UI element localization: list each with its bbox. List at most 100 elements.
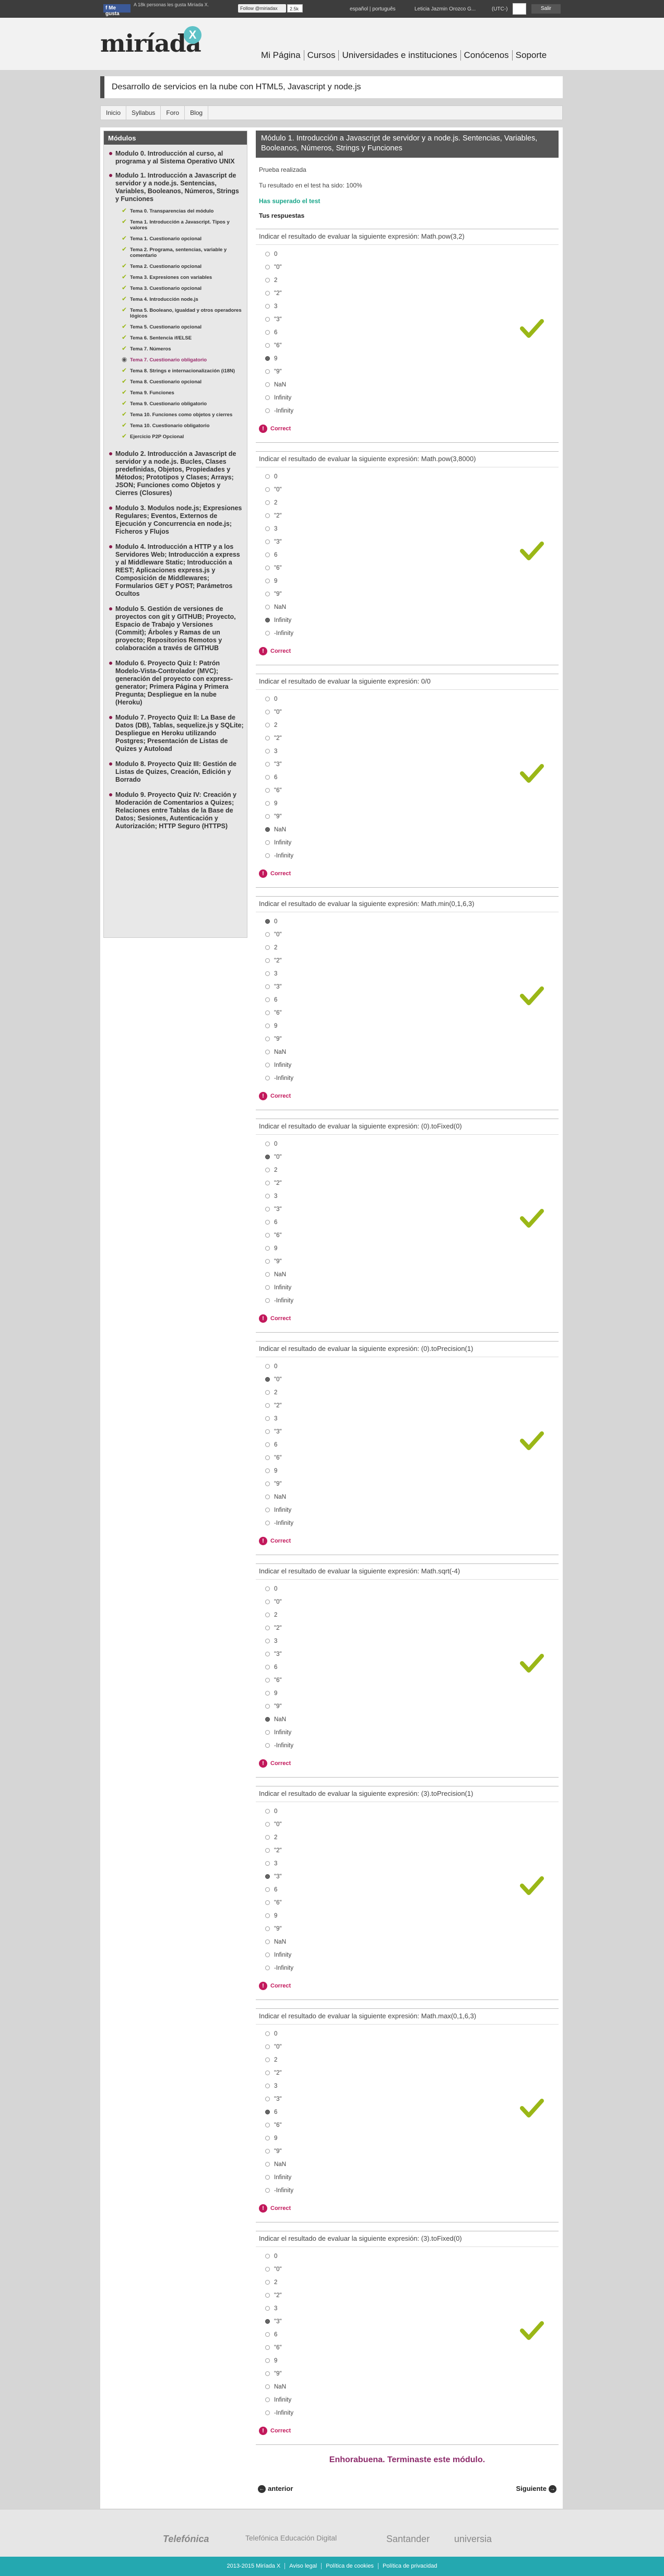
footer-cookies[interactable]: Política de cookies [321, 2563, 378, 2569]
sponsor-telefonica[interactable]: Telefónica [163, 2534, 209, 2545]
sidebar-topic[interactable]: ✔ Tema 8. Cuestionario opcional [104, 378, 247, 386]
answer-option[interactable]: "6" [265, 1900, 282, 1906]
answer-option[interactable]: "9" [265, 814, 282, 820]
answer-option[interactable]: "2" [265, 290, 282, 297]
answer-option[interactable]: "3" [265, 1206, 282, 1213]
answer-option[interactable]: "9" [265, 1703, 282, 1710]
answer-option[interactable]: -Infinity [265, 853, 293, 859]
answer-option[interactable]: 3 [265, 748, 277, 755]
answer-option[interactable]: "3" [265, 1651, 282, 1657]
answer-option[interactable]: 9 [265, 578, 277, 584]
answer-option[interactable]: -Infinity [265, 630, 293, 637]
answer-option[interactable]: "6" [265, 1232, 282, 1239]
answer-option[interactable]: Infinity [265, 1952, 291, 1958]
sidebar-topic[interactable]: ✔ Tema 6. Sentencia if/ELSE [104, 334, 247, 342]
answer-option[interactable]: "0" [265, 264, 282, 270]
answer-option[interactable]: Infinity [265, 1730, 291, 1736]
answer-option[interactable]: 2 [265, 277, 277, 284]
answer-option[interactable]: NaN [265, 1049, 286, 1055]
answer-option[interactable]: 2 [265, 1390, 277, 1396]
answer-option[interactable]: "6" [265, 565, 282, 571]
answer-option[interactable]: 3 [265, 303, 277, 310]
answer-option[interactable]: "2" [265, 1180, 282, 1186]
answer-option[interactable]: "9" [265, 1258, 282, 1265]
answer-option[interactable]: -Infinity [265, 1075, 293, 1081]
answer-option[interactable]: 9 [265, 1023, 277, 1029]
answer-option[interactable]: 0 [265, 1808, 277, 1815]
answer-option[interactable]: "2" [265, 513, 282, 519]
answer-option[interactable]: 6 [265, 330, 277, 336]
answer-option[interactable]: 0 [265, 2031, 277, 2037]
sidebar-module[interactable]: Modulo 1. Introducción a Javascript de s… [104, 170, 247, 205]
sponsor-ted[interactable]: Telefónica Educación Digital [245, 2534, 337, 2542]
language-selector[interactable]: español | português [350, 6, 396, 12]
answer-option[interactable]: 6 [265, 1887, 277, 1893]
nav-conocenos[interactable]: Conócenos [460, 50, 512, 61]
answer-option[interactable]: "3" [265, 1874, 282, 1880]
answer-option[interactable]: "6" [265, 2345, 282, 2351]
answer-option[interactable]: "3" [265, 2319, 282, 2325]
answer-option[interactable]: NaN [265, 604, 286, 610]
answer-option[interactable]: "0" [265, 1154, 282, 1160]
answer-option[interactable]: NaN [265, 1494, 286, 1500]
next-link[interactable]: Siguiente → [516, 2485, 559, 2493]
sidebar-topic[interactable]: ✔ Tema 1. Introducción a Javascript. Tipo… [104, 218, 247, 232]
sidebar-topic[interactable]: ✔ Tema 4. Introducción node.js [104, 296, 247, 303]
answer-option[interactable]: "3" [265, 984, 282, 990]
answer-option[interactable]: "2" [265, 2070, 282, 2076]
subnav-blog[interactable]: Blog [185, 106, 209, 120]
sidebar-topic[interactable]: ✔ Tema 7. Números [104, 345, 247, 353]
answer-option[interactable]: 2 [265, 2279, 277, 2286]
answer-option[interactable]: 6 [265, 774, 277, 781]
answer-option[interactable]: Infinity [265, 1507, 291, 1513]
answer-option[interactable]: 3 [265, 1861, 277, 1867]
answer-option[interactable]: "2" [265, 1625, 282, 1631]
answer-option[interactable]: 6 [265, 1664, 277, 1671]
answer-option[interactable]: NaN [265, 2384, 286, 2390]
answer-option[interactable]: "3" [265, 1429, 282, 1435]
sidebar-module[interactable]: Modulo 5. Gestión de versiones de proyec… [104, 603, 247, 654]
answer-option[interactable]: 2 [265, 1834, 277, 1841]
answer-option[interactable]: 9 [265, 356, 277, 362]
answer-option[interactable]: 3 [265, 2306, 277, 2312]
facebook-like-button[interactable]: f Me gusta [103, 4, 131, 17]
sidebar-module[interactable]: Modulo 2. Introducción a Javascript de s… [104, 448, 247, 499]
answer-option[interactable]: 6 [265, 2332, 277, 2338]
answer-option[interactable]: 3 [265, 2083, 277, 2089]
answer-option[interactable]: "0" [265, 1821, 282, 1828]
sidebar-topic[interactable]: ✔ Ejercicio P2P Opcional [104, 433, 247, 441]
answer-option[interactable]: NaN [265, 1716, 286, 1723]
sidebar-topic[interactable]: ✔ Tema 8. Strings e internacionalización … [104, 367, 247, 375]
answer-option[interactable]: Infinity [265, 617, 291, 624]
sidebar-topic[interactable]: ✔ Tema 3. Cuestionario opcional [104, 285, 247, 292]
answer-option[interactable]: "9" [265, 1926, 282, 1932]
sidebar-module[interactable]: Modulo 0. Introducción al curso, al prog… [104, 148, 247, 168]
answer-option[interactable]: "0" [265, 709, 282, 715]
user-name[interactable]: Leticia Jazmin Orozco G... [414, 6, 476, 12]
subnav-inicio[interactable]: Inicio [101, 106, 127, 120]
answer-option[interactable]: "0" [265, 1377, 282, 1383]
sidebar-topic[interactable]: ✔ Tema 10. Cuestionario obligatorio [104, 422, 247, 430]
answer-option[interactable]: 9 [265, 1690, 277, 1697]
answer-option[interactable]: 6 [265, 2109, 277, 2115]
answer-option[interactable]: Infinity [265, 1285, 291, 1291]
answer-option[interactable]: 0 [265, 1363, 277, 1370]
answer-option[interactable]: 9 [265, 1245, 277, 1252]
answer-option[interactable]: "6" [265, 2122, 282, 2128]
answer-option[interactable]: Infinity [265, 395, 291, 401]
answer-option[interactable]: 0 [265, 251, 277, 257]
answer-option[interactable]: -Infinity [265, 1298, 293, 1304]
answer-option[interactable]: 6 [265, 552, 277, 558]
answer-option[interactable]: 9 [265, 1913, 277, 1919]
answer-option[interactable]: 0 [265, 1586, 277, 1592]
answer-option[interactable]: NaN [265, 382, 286, 388]
answer-option[interactable]: "2" [265, 1848, 282, 1854]
answer-option[interactable]: -Infinity [265, 1520, 293, 1526]
answer-option[interactable]: 2 [265, 722, 277, 728]
nav-soporte[interactable]: Soporte [512, 50, 550, 61]
answer-option[interactable]: "6" [265, 1677, 282, 1684]
answer-option[interactable]: 9 [265, 1468, 277, 1474]
sidebar-module[interactable]: Modulo 4. Introducción a HTTP y a los Se… [104, 541, 247, 600]
sponsor-universia[interactable]: universia [454, 2534, 492, 2545]
answer-option[interactable]: 9 [265, 2358, 277, 2364]
